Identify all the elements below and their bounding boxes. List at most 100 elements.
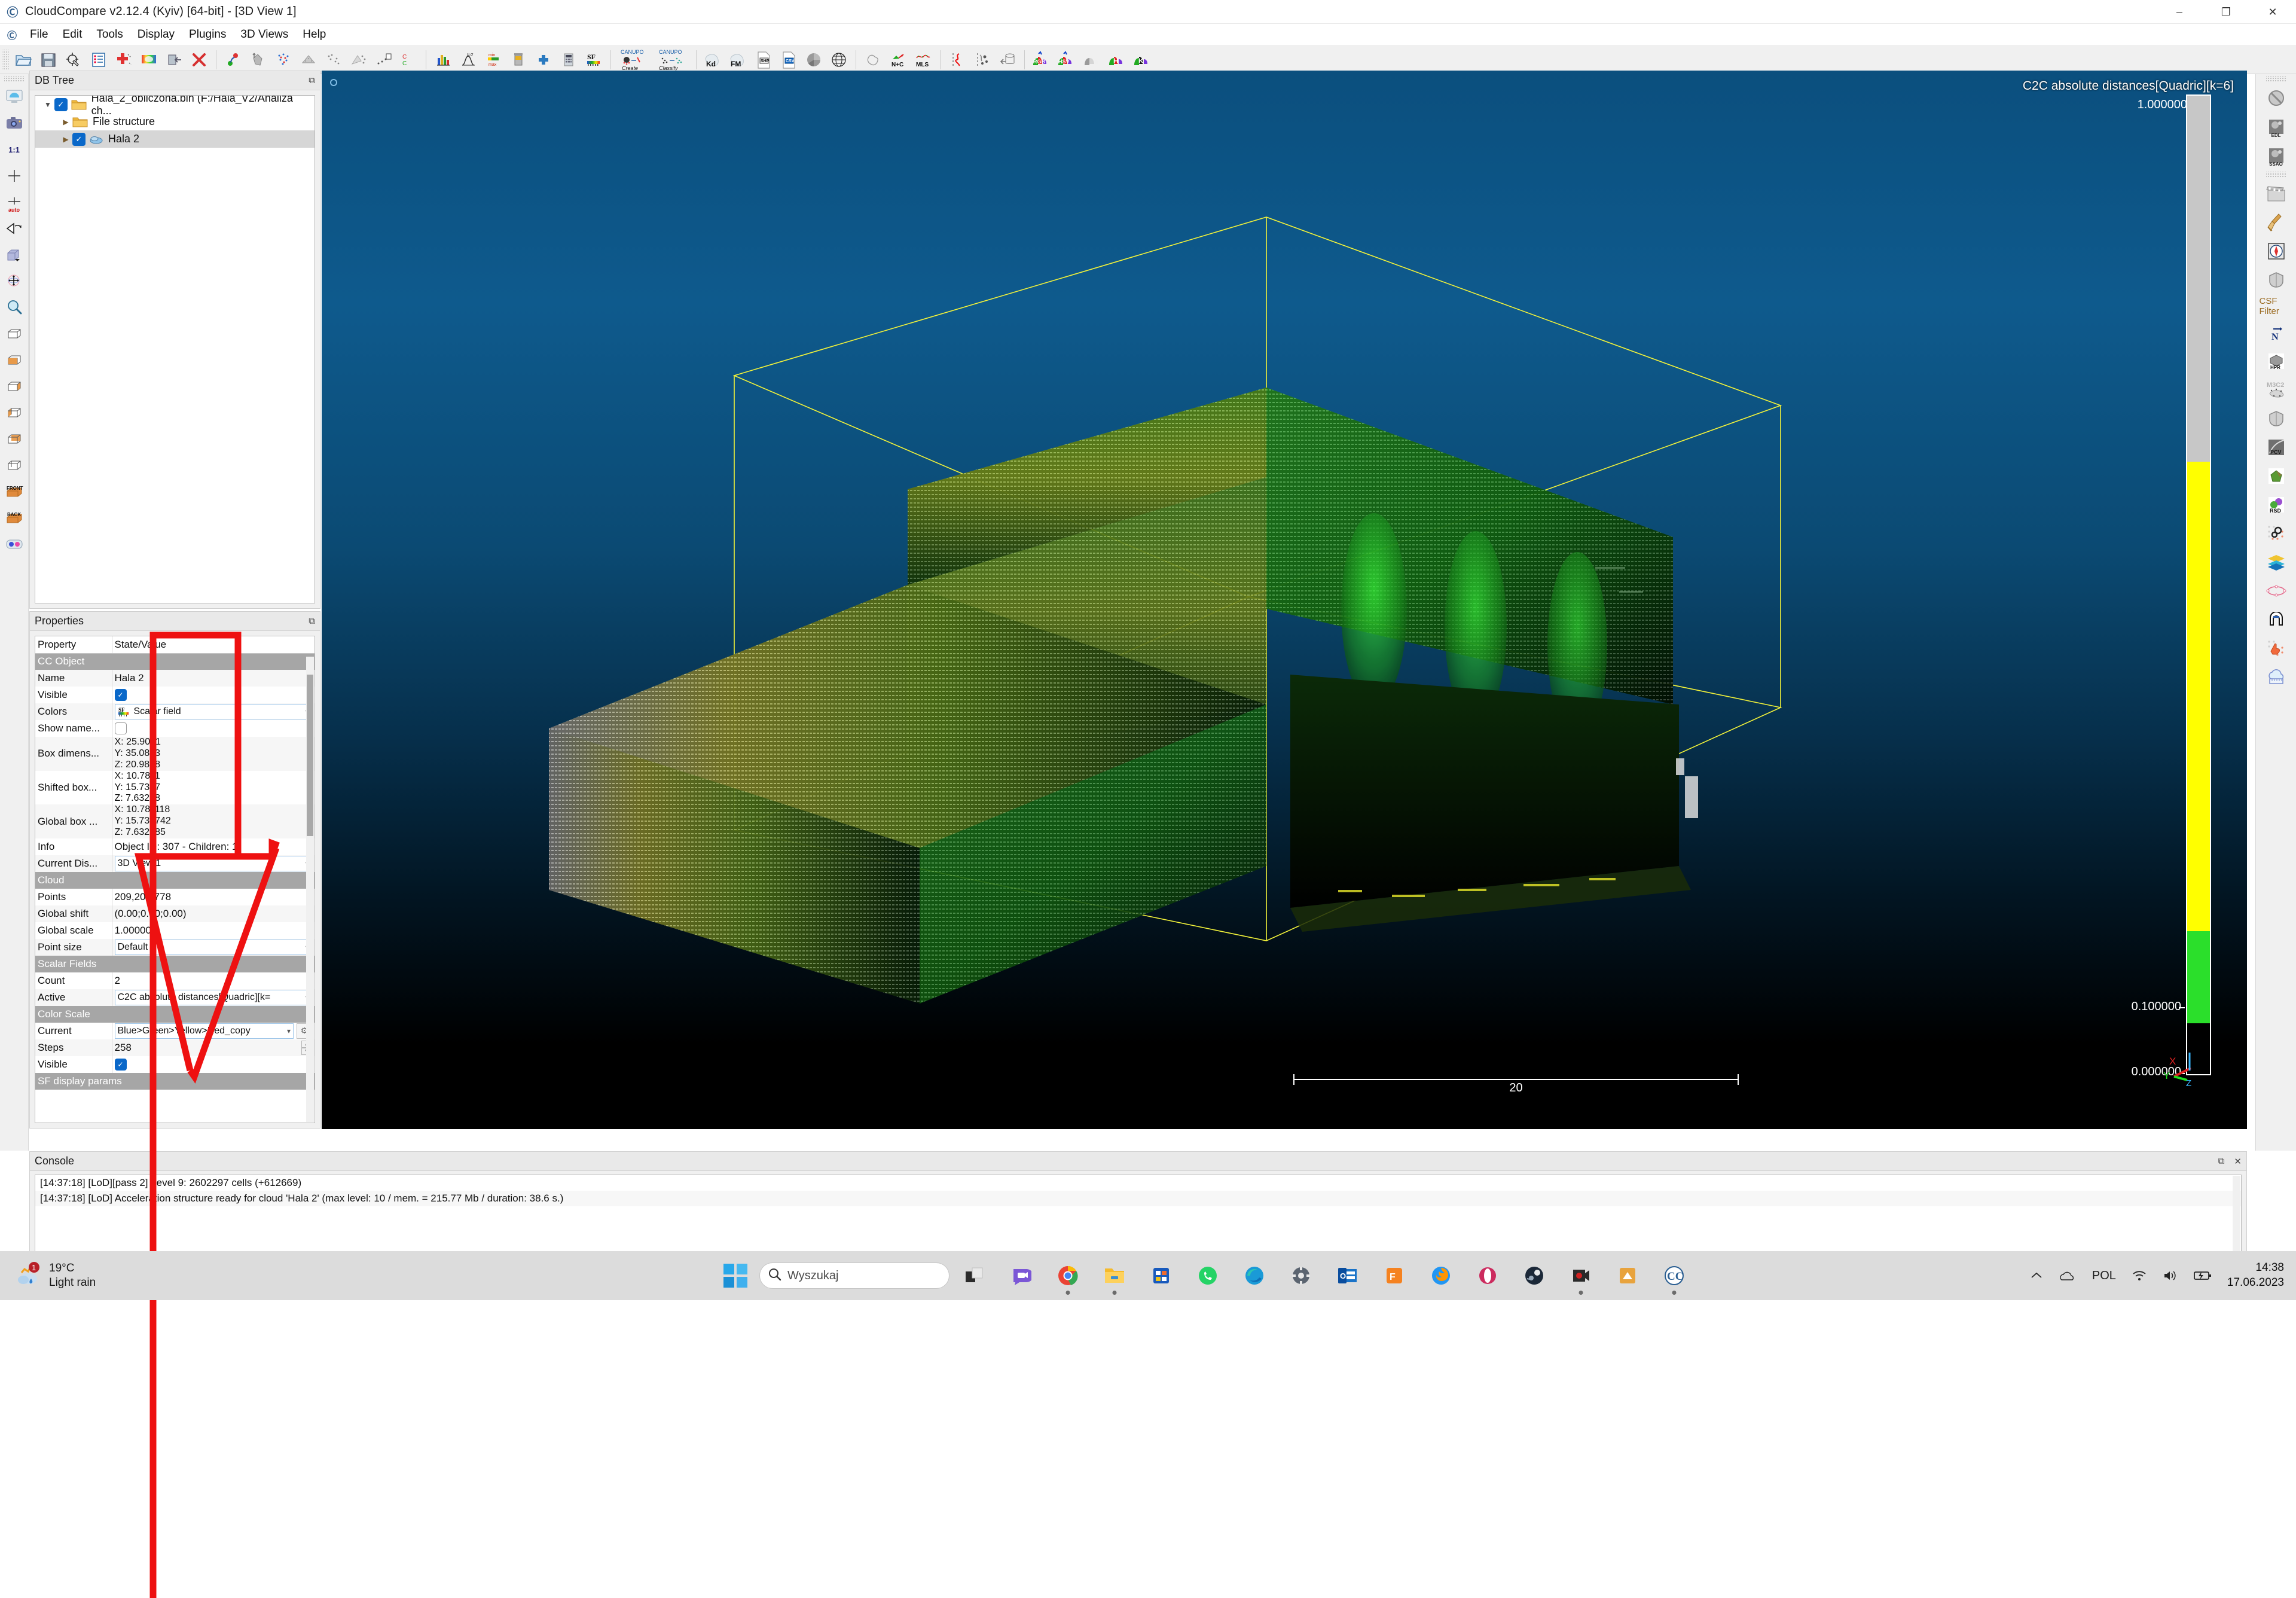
m3c2-plugin-button[interactable]: M3C2: [2260, 377, 2293, 402]
global-shift-settings-button[interactable]: [62, 48, 85, 71]
mls-smoothing-button[interactable]: MLS: [912, 48, 935, 71]
statistics-button[interactable]: μ,σ: [457, 48, 480, 71]
histogram-button[interactable]: [432, 48, 454, 71]
hpr-plugin-button[interactable]: HPR: [2260, 349, 2293, 374]
canupo-classify-button[interactable]: CANUPOClassify: [655, 48, 691, 71]
taskview-icon[interactable]: [958, 1260, 991, 1292]
visibility-checkbox[interactable]: ✓: [72, 133, 86, 146]
properties-undock-icon[interactable]: ⧉: [309, 616, 315, 626]
firefox-icon[interactable]: [1425, 1260, 1457, 1292]
cloudcompare-icon[interactable]: CC: [1658, 1260, 1690, 1292]
sample-points-button[interactable]: [272, 48, 295, 71]
rsd-plugin-button[interactable]: RSD: [2260, 492, 2293, 517]
toggle-orientation-button[interactable]: [2, 216, 26, 240]
view-top-button[interactable]: [2, 322, 26, 346]
file-explorer-icon[interactable]: [1098, 1260, 1131, 1292]
outlook-icon[interactable]: O: [1332, 1260, 1364, 1292]
cloud-layers-button[interactable]: [2260, 664, 2293, 690]
view-right-button[interactable]: [2, 401, 26, 425]
whatsapp-icon[interactable]: [1192, 1260, 1224, 1292]
zoom-1-1-button[interactable]: 1:1: [2, 138, 26, 161]
wifi-icon[interactable]: [2132, 1270, 2147, 1282]
add-point-button[interactable]: [112, 48, 135, 71]
animation-plugin-button[interactable]: [2260, 181, 2293, 206]
volume-icon[interactable]: [2163, 1270, 2178, 1282]
scalar-field-button[interactable]: SF: [582, 48, 605, 71]
menu-edit[interactable]: Edit: [56, 27, 90, 42]
poisson-plugin-button[interactable]: [2260, 463, 2293, 489]
treeiso-plugin-button[interactable]: [2260, 578, 2293, 603]
delete-button[interactable]: [188, 48, 210, 71]
color-scale-combobox[interactable]: Blue>Green>Yellow>Red_copy ▾: [115, 1023, 294, 1039]
zoom-global-button[interactable]: [2, 295, 26, 319]
console-scrollbar[interactable]: [2233, 1176, 2240, 1258]
export-button[interactable]: [163, 48, 185, 71]
stereo-mode-button[interactable]: [2, 532, 26, 556]
visibility-checkbox[interactable]: ✓: [54, 98, 68, 111]
minimize-button[interactable]: –: [2156, 0, 2203, 24]
poisson-recon-button[interactable]: [802, 48, 825, 71]
cork-plugin-button[interactable]: [2260, 267, 2293, 292]
chevron-right-icon[interactable]: ▶: [59, 135, 72, 144]
voxfall-plugin-button[interactable]: [2260, 607, 2293, 632]
no-shader-button[interactable]: [2260, 86, 2293, 111]
section-extraction-button[interactable]: [971, 48, 994, 71]
taskbar-clock[interactable]: 14:38 17.06.2023: [2227, 1261, 2284, 1290]
menu-help[interactable]: Help: [295, 27, 333, 42]
normals-plugin-button[interactable]: N: [2260, 320, 2293, 345]
sra-plugin-button[interactable]: [2260, 521, 2293, 546]
search-input[interactable]: Wyszukaj: [759, 1262, 949, 1289]
autodesk-icon[interactable]: [1611, 1260, 1644, 1292]
current-display-combobox[interactable]: 3D View 1 ▾: [115, 856, 313, 871]
layers-plugin-button[interactable]: [2260, 550, 2293, 575]
battery-charging-icon[interactable]: [2194, 1270, 2212, 1281]
console-undock-icon[interactable]: ⧉: [2218, 1156, 2225, 1167]
weather-widget[interactable]: 1 19°C Light rain: [16, 1261, 96, 1290]
db-tree-body[interactable]: ▼ ✓ Hala_2_obliczona.bin (F:/Hala_V2/Ana…: [35, 95, 315, 603]
view-iso1-button[interactable]: [2, 427, 26, 451]
close-button[interactable]: ✕: [2249, 0, 2296, 24]
pick-plugin-button[interactable]: [2260, 636, 2293, 661]
open-file-button[interactable]: [12, 48, 35, 71]
start-button[interactable]: [723, 1264, 747, 1288]
compass-plugin-button[interactable]: [2260, 239, 2293, 264]
normals-curvature-button[interactable]: N+C: [887, 48, 909, 71]
tree-node-root[interactable]: ▼ ✓ Hala_2_obliczona.bin (F:/Hala_V2/Ana…: [35, 96, 315, 113]
menu-display[interactable]: Display: [130, 27, 182, 42]
shp-export-button[interactable]: SHP: [752, 48, 775, 71]
point-size-combobox[interactable]: Default ▾: [115, 940, 313, 955]
language-indicator[interactable]: POL: [2092, 1269, 2116, 1283]
minmax-filter-button[interactable]: minmax: [482, 48, 505, 71]
csf-filter-button[interactable]: CSF Filter: [2260, 296, 2293, 316]
properties-body[interactable]: Property State/Value CC Object Name Hala…: [35, 636, 315, 1123]
chrome-icon[interactable]: [1052, 1260, 1084, 1292]
auto-pivot-button[interactable]: auto: [2, 190, 26, 214]
pcv-plugin-button[interactable]: PCV: [2260, 435, 2293, 460]
toolbar-grip[interactable]: [2, 50, 9, 70]
menu-plugins[interactable]: Plugins: [182, 27, 233, 42]
unroll-button[interactable]: [996, 48, 1019, 71]
pivot-mode-button[interactable]: [2, 269, 26, 293]
console-body[interactable]: [14:37:18] [LoD][pass 2] Level 9: 260229…: [35, 1175, 2242, 1260]
console-close-icon[interactable]: ✕: [2234, 1156, 2242, 1167]
properties-scrollbar[interactable]: [306, 657, 314, 1122]
3d-view[interactable]: C2C absolute distances[Quadric][k=6] 1.0…: [322, 71, 2247, 1129]
polyline-tracing-button[interactable]: [946, 48, 969, 71]
chevron-down-icon[interactable]: ▼: [41, 100, 54, 109]
visible-checkbox[interactable]: ✓: [115, 689, 127, 701]
delete-scalar-field-button[interactable]: [507, 48, 530, 71]
view-bottom-button[interactable]: [2, 348, 26, 372]
office-icon[interactable]: [1145, 1260, 1177, 1292]
maximize-button[interactable]: ❐: [2203, 0, 2249, 24]
csv-export-button[interactable]: CSV: [777, 48, 800, 71]
db-tree-undock-icon[interactable]: ⧉: [309, 75, 315, 86]
broom-plugin-button[interactable]: [2260, 210, 2293, 235]
tree-node-hala-2[interactable]: ▶ ✓ Hala 2: [35, 130, 315, 148]
view-back-button[interactable]: BACK: [2, 506, 26, 530]
grayscale-button[interactable]: [1080, 48, 1103, 71]
menu-3d-views[interactable]: 3D Views: [233, 27, 295, 42]
onedrive-icon[interactable]: [2059, 1270, 2077, 1281]
steam-icon[interactable]: [1518, 1260, 1550, 1292]
edl-shader-button[interactable]: EDL: [2260, 114, 2293, 139]
plugins-toolbar-grip[interactable]: [2266, 76, 2286, 82]
